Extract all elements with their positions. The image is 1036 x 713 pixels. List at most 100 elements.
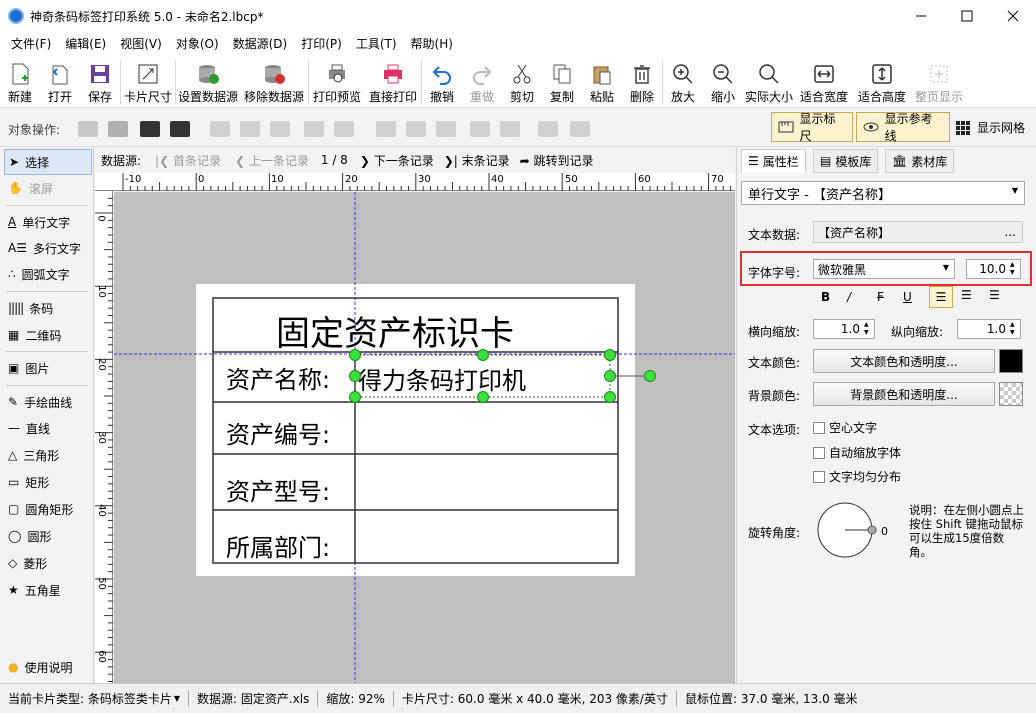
tool-image[interactable]: ▣ 图片 bbox=[4, 355, 92, 381]
menu-datasource[interactable]: 数据源(D) bbox=[226, 32, 295, 56]
bold-button[interactable]: B bbox=[821, 290, 830, 304]
vscale-stepper[interactable]: 1.0 bbox=[957, 319, 1021, 339]
fit-height-button[interactable]: 适合高度 bbox=[853, 56, 911, 108]
minimize-button[interactable] bbox=[898, 0, 944, 32]
underline-button[interactable]: U bbox=[903, 290, 912, 304]
align-bottom-icon[interactable] bbox=[436, 121, 456, 137]
menu-help[interactable]: 帮助(H) bbox=[404, 32, 460, 56]
fit-width-button[interactable]: 适合宽度 bbox=[795, 56, 853, 108]
tool-diamond[interactable]: ◇ 菱形 bbox=[4, 550, 92, 576]
last-record-button[interactable]: ❯| 末条记录 bbox=[444, 152, 510, 169]
card-title[interactable]: 固定资产标识卡 bbox=[276, 306, 514, 355]
tool-scroll[interactable]: ✋ 滚屏 bbox=[4, 175, 92, 201]
status-card-type[interactable]: 当前卡片类型: 条码标签类卡片 bbox=[8, 690, 172, 707]
align-right-icon[interactable] bbox=[270, 121, 290, 137]
hscale-stepper[interactable]: 1.0 bbox=[813, 319, 875, 339]
card-value-name[interactable]: 得力条码打印机 bbox=[358, 361, 526, 396]
text-data-field[interactable]: 【资产名称】... bbox=[813, 221, 1023, 243]
delete-button[interactable]: 删除 bbox=[622, 56, 662, 108]
tab-properties[interactable]: ☰ 属性栏 bbox=[741, 149, 806, 173]
first-record-button[interactable]: |❮ 首条记录 bbox=[155, 152, 221, 169]
align-right-button[interactable]: ☰ bbox=[989, 288, 1000, 302]
card-label-code[interactable]: 资产编号: bbox=[226, 415, 330, 450]
resize-handle-br[interactable] bbox=[604, 391, 616, 403]
menu-print[interactable]: 打印(P) bbox=[294, 32, 349, 56]
layer-bottom-icon[interactable] bbox=[170, 121, 190, 137]
tool-freehand[interactable]: ✎ 手绘曲线 bbox=[4, 389, 92, 415]
prev-record-button[interactable]: ❮ 上一条记录 bbox=[235, 152, 309, 169]
auto-scale-font-checkbox[interactable]: 自动缩放字体 bbox=[813, 444, 901, 461]
resize-handle-tr[interactable] bbox=[604, 349, 616, 361]
tool-barcode[interactable]: ||||| 条码 bbox=[4, 295, 92, 321]
resize-handle-bl[interactable] bbox=[349, 391, 361, 403]
open-button[interactable]: 打开 bbox=[40, 56, 80, 108]
direct-print-button[interactable]: 直接打印 bbox=[365, 56, 421, 108]
align-center-icon[interactable] bbox=[240, 121, 260, 137]
undo-button[interactable]: 撤销 bbox=[422, 56, 462, 108]
layer-down-icon[interactable] bbox=[108, 121, 128, 137]
save-button[interactable]: 保存 bbox=[80, 56, 120, 108]
bg-color-swatch[interactable] bbox=[999, 382, 1023, 406]
same-width-icon[interactable] bbox=[334, 121, 354, 137]
hollow-text-checkbox[interactable]: 空心文字 bbox=[813, 419, 877, 436]
show-grid-toggle[interactable]: 显示网格 bbox=[955, 119, 1025, 136]
tool-round-rect[interactable]: ▢ 圆角矩形 bbox=[4, 496, 92, 522]
resize-handle-b[interactable] bbox=[477, 391, 489, 403]
card-label-model[interactable]: 资产型号: bbox=[226, 472, 330, 507]
paste-button[interactable]: 粘贴 bbox=[582, 56, 622, 108]
card-label-dept[interactable]: 所属部门: bbox=[226, 528, 330, 563]
fit-page-button[interactable]: 整页显示 bbox=[911, 56, 967, 108]
tool-multi-text[interactable]: A☰ 多行文字 bbox=[4, 235, 92, 261]
help-button[interactable]: ● 使用说明 bbox=[4, 654, 92, 680]
show-ruler-toggle[interactable]: 显示标尺 bbox=[771, 112, 853, 143]
new-button[interactable]: 新建 bbox=[0, 56, 40, 108]
print-preview-button[interactable]: 打印预览 bbox=[309, 56, 365, 108]
card-label-name[interactable]: 资产名称: bbox=[226, 360, 330, 395]
distribute-v-icon[interactable] bbox=[470, 121, 490, 137]
resize-handle-t[interactable] bbox=[477, 349, 489, 361]
close-button[interactable] bbox=[990, 0, 1036, 32]
menu-view[interactable]: 视图(V) bbox=[113, 32, 169, 56]
font-select[interactable]: 微软雅黑 ▼ bbox=[813, 259, 955, 279]
strike-button[interactable]: F bbox=[877, 290, 884, 304]
zoom-in-button[interactable]: 放大 bbox=[663, 56, 703, 108]
distribute-h-icon[interactable] bbox=[304, 121, 324, 137]
menu-tools[interactable]: 工具(T) bbox=[349, 32, 404, 56]
object-select[interactable]: 单行文字 - 【资产名称】 ▼ bbox=[741, 181, 1025, 205]
copy-button[interactable]: 复制 bbox=[542, 56, 582, 108]
maximize-button[interactable] bbox=[944, 0, 990, 32]
zoom-out-button[interactable]: 缩小 bbox=[703, 56, 743, 108]
align-center-button[interactable]: ☰ bbox=[961, 288, 972, 302]
ungroup-icon[interactable] bbox=[570, 121, 590, 137]
rotate-handle[interactable] bbox=[644, 370, 656, 382]
group-icon[interactable] bbox=[538, 121, 558, 137]
next-record-button[interactable]: ❯ 下一条记录 bbox=[360, 152, 434, 169]
text-color-swatch[interactable] bbox=[999, 349, 1023, 373]
tool-select[interactable]: ➤ 选择 bbox=[4, 149, 92, 175]
menu-file[interactable]: 文件(F) bbox=[4, 32, 58, 56]
italic-button[interactable]: / bbox=[847, 290, 851, 304]
redo-button[interactable]: 重做 bbox=[462, 56, 502, 108]
even-distribute-checkbox[interactable]: 文字均匀分布 bbox=[813, 468, 901, 485]
card-size-button[interactable]: 卡片尺寸 bbox=[121, 56, 175, 108]
font-size-stepper[interactable]: 10.0 bbox=[966, 259, 1021, 279]
text-data-more-button[interactable]: ... bbox=[1005, 225, 1016, 239]
same-height-icon[interactable] bbox=[500, 121, 520, 137]
remove-datasource-button[interactable]: 移除数据源 bbox=[240, 56, 308, 108]
tool-circle[interactable]: ◯ 圆形 bbox=[4, 523, 92, 549]
tool-qrcode[interactable]: ▦ 二维码 bbox=[4, 322, 92, 348]
resize-handle-l[interactable] bbox=[349, 370, 361, 382]
tool-triangle[interactable]: △ 三角形 bbox=[4, 442, 92, 468]
text-color-button[interactable]: 文本颜色和透明度... bbox=[813, 349, 995, 373]
show-guides-toggle[interactable]: 显示参考线 bbox=[856, 112, 950, 143]
layer-up-icon[interactable] bbox=[78, 121, 98, 137]
align-middle-icon[interactable] bbox=[406, 121, 426, 137]
jump-record-button[interactable]: ➦ 跳转到记录 bbox=[520, 152, 594, 169]
tab-materials[interactable]: 🏛 素材库 bbox=[885, 149, 955, 173]
tool-line[interactable]: — 直线 bbox=[4, 415, 92, 441]
actual-size-button[interactable]: 实际大小 bbox=[743, 56, 795, 108]
menu-edit[interactable]: 编辑(E) bbox=[58, 32, 113, 56]
align-left-icon[interactable] bbox=[210, 121, 230, 137]
set-datasource-button[interactable]: 设置数据源 bbox=[176, 56, 240, 108]
align-top-icon[interactable] bbox=[376, 121, 396, 137]
